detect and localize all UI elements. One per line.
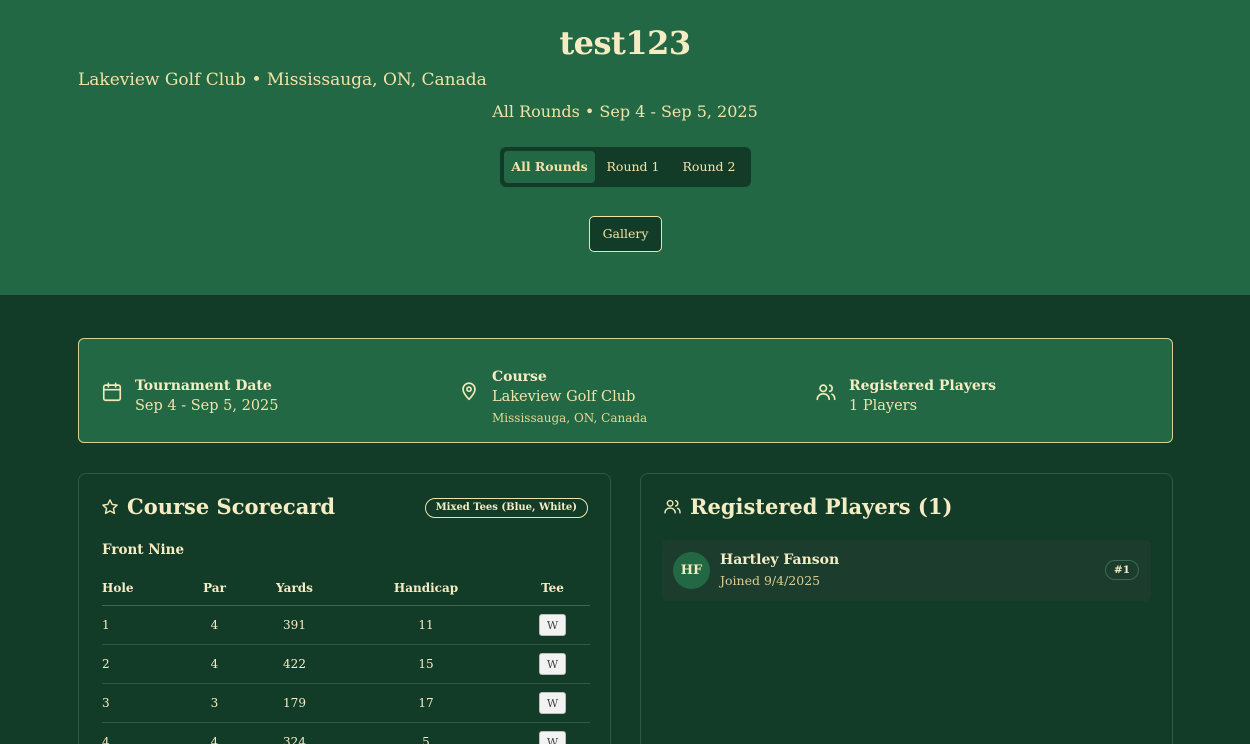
registered-players-count: 1 Players xyxy=(849,398,918,414)
player-joined-date: Joined 9/4/2025 xyxy=(720,573,821,588)
player-card[interactable]: HF Hartley Fanson Joined 9/4/2025 #1 xyxy=(662,540,1151,601)
handicap-cell: 17 xyxy=(337,683,515,723)
tab-round-2[interactable]: Round 2 xyxy=(671,151,747,183)
hole-cell: 3 xyxy=(102,683,177,723)
star-icon xyxy=(102,498,118,514)
avatar: HF xyxy=(673,552,710,589)
registered-players-info: Registered Players 1 Players xyxy=(815,377,996,417)
column-header-yards: Yards xyxy=(252,571,337,606)
tournament-location: Lakeview Golf Club • Mississauga, ON, Ca… xyxy=(78,70,487,90)
column-header-hole: Hole xyxy=(102,571,177,606)
handicap-cell: 15 xyxy=(337,644,515,684)
table-row: 4 4 324 5 W xyxy=(102,722,590,744)
course-location: Mississauga, ON, Canada xyxy=(492,411,648,425)
scorecard-heading: Course Scorecard xyxy=(101,494,335,519)
yards-cell: 422 xyxy=(252,644,337,684)
tournament-subtitle: All Rounds • Sep 4 - Sep 5, 2025 xyxy=(492,102,758,121)
players-heading: Registered Players (1) xyxy=(663,494,952,519)
tee-cell: W xyxy=(515,683,590,723)
course-scorecard-panel: Course Scorecard Mixed Tees (Blue, White… xyxy=(78,473,611,744)
table-row: 2 4 422 15 W xyxy=(102,644,590,684)
page-title: test123 xyxy=(559,24,691,62)
table-row: 1 4 391 11 W xyxy=(102,605,590,645)
tournament-date-value: Sep 4 - Sep 5, 2025 xyxy=(135,398,279,414)
tournament-info-card: Tournament Date Sep 4 - Sep 5, 2025 Cour… xyxy=(78,338,1173,443)
hole-cell: 4 xyxy=(102,722,177,744)
tee-chip: W xyxy=(539,730,566,744)
hole-cell: 1 xyxy=(102,605,177,645)
scorecard-title: Course Scorecard xyxy=(127,494,336,519)
handicap-cell: 5 xyxy=(337,722,515,744)
tournament-date-label: Tournament Date xyxy=(135,378,272,394)
tournament-date-info: Tournament Date Sep 4 - Sep 5, 2025 xyxy=(101,377,279,417)
users-icon xyxy=(664,499,681,514)
tab-round-1[interactable]: Round 1 xyxy=(595,151,671,183)
handicap-cell: 11 xyxy=(337,605,515,645)
tab-all-rounds[interactable]: All Rounds xyxy=(504,151,595,183)
par-cell: 3 xyxy=(177,683,252,723)
tee-cell: W xyxy=(515,644,590,684)
map-pin-icon xyxy=(462,382,476,401)
player-name: Hartley Fanson xyxy=(720,552,840,568)
tee-cell: W xyxy=(515,605,590,645)
registered-players-label: Registered Players xyxy=(849,378,997,394)
yards-cell: 391 xyxy=(252,605,337,645)
round-tabs: All Rounds Round 1 Round 2 xyxy=(500,147,751,187)
column-header-handicap: Handicap xyxy=(337,571,515,606)
column-header-par: Par xyxy=(177,571,252,606)
calendar-icon xyxy=(102,382,122,402)
tee-chip: W xyxy=(539,613,566,636)
front-nine-label: Front Nine xyxy=(102,542,185,558)
course-info: Course Lakeview Golf Club Mississauga, O… xyxy=(458,368,647,428)
course-name: Lakeview Golf Club xyxy=(492,389,636,405)
tee-badge: Mixed Tees (Blue, White) xyxy=(424,498,588,518)
registered-players-panel: Registered Players (1) HF Hartley Fanson… xyxy=(640,473,1173,744)
yards-cell: 324 xyxy=(252,722,337,744)
par-cell: 4 xyxy=(177,644,252,684)
players-title: Registered Players (1) xyxy=(690,494,953,519)
par-cell: 4 xyxy=(177,722,252,744)
hero-header: test123 Lakeview Golf Club • Mississauga… xyxy=(0,0,1250,295)
gallery-button[interactable]: Gallery xyxy=(589,216,662,252)
users-icon xyxy=(816,384,836,401)
scorecard-header-row: Hole Par Yards Handicap Tee xyxy=(102,571,590,606)
tee-cell: W xyxy=(515,722,590,744)
hole-cell: 2 xyxy=(102,644,177,684)
scorecard-table: Hole Par Yards Handicap Tee 1 4 391 11 W… xyxy=(102,571,590,744)
tee-chip: W xyxy=(539,691,566,714)
course-label: Course xyxy=(492,369,547,385)
yards-cell: 179 xyxy=(252,683,337,723)
par-cell: 4 xyxy=(177,605,252,645)
column-header-tee: Tee xyxy=(515,571,590,606)
tee-chip: W xyxy=(539,652,566,675)
table-row: 3 3 179 17 W xyxy=(102,683,590,723)
player-rank-badge: #1 xyxy=(1104,560,1139,580)
